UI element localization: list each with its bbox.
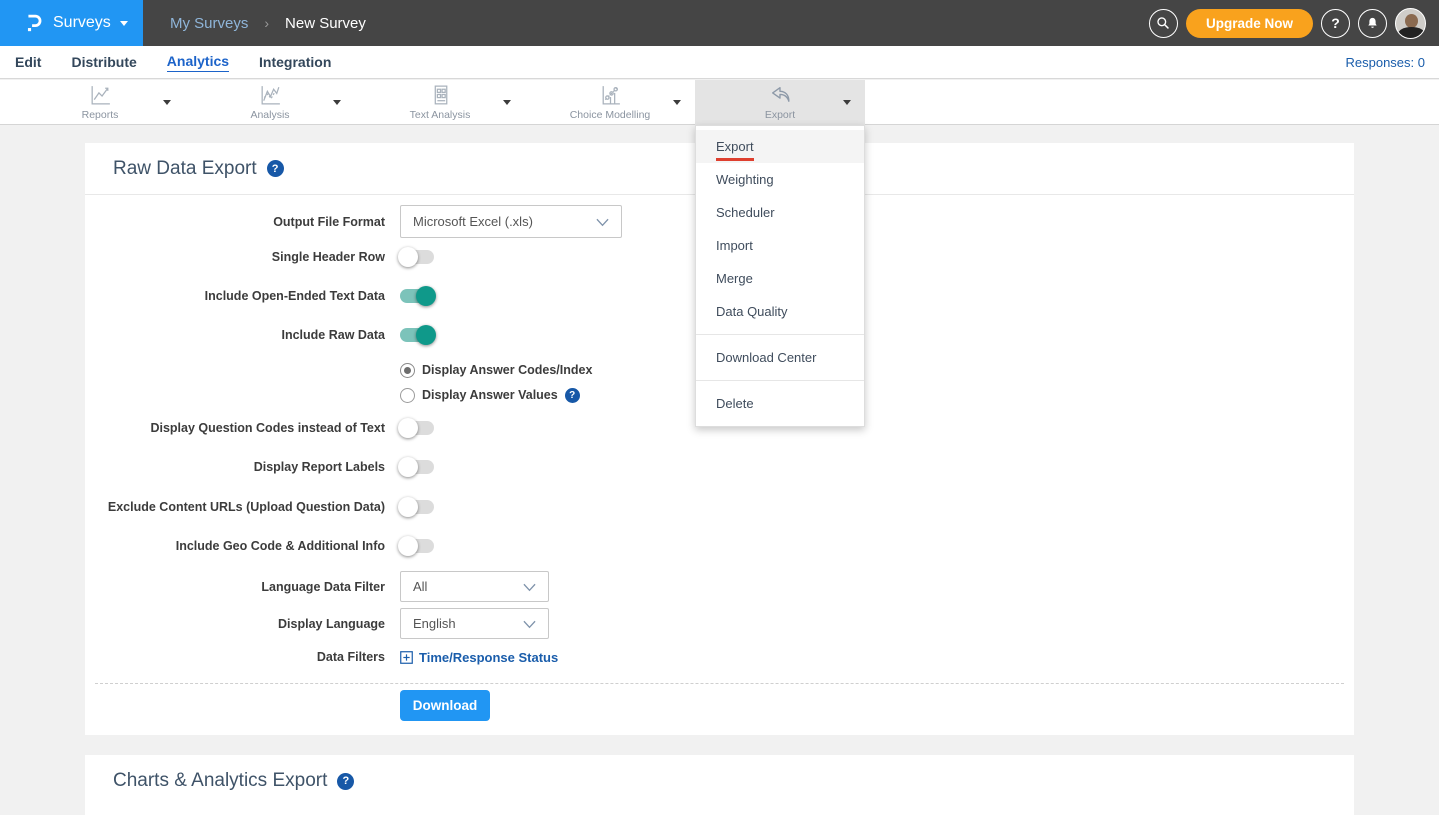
upgrade-now-button[interactable]: Upgrade Now	[1186, 9, 1313, 38]
notifications-button[interactable]	[1358, 9, 1387, 38]
time-response-status-label: Time/Response Status	[419, 650, 558, 665]
menu-item-delete[interactable]: Delete	[696, 387, 864, 420]
include-raw-data-label: Include Raw Data	[85, 328, 385, 342]
toolbar-item-text-analysis[interactable]: Text Analysis	[355, 80, 525, 125]
display-answer-codes-radio[interactable]	[400, 363, 415, 378]
chevron-down-icon	[523, 620, 536, 629]
display-language-select[interactable]: English	[400, 608, 549, 639]
data-filters-label: Data Filters	[85, 650, 385, 664]
help-icon[interactable]: ?	[565, 388, 580, 403]
menu-item-data-quality[interactable]: Data Quality	[696, 295, 864, 328]
page-title: Raw Data Export	[113, 158, 257, 180]
include-geo-code-label: Include Geo Code & Additional Info	[85, 539, 385, 553]
chevron-down-icon	[120, 21, 128, 30]
responses-count: Responses: 0	[1346, 46, 1426, 79]
output-file-format-value: Microsoft Excel (.xls)	[413, 214, 533, 229]
chevron-down-icon	[596, 218, 609, 227]
display-language-label: Display Language	[85, 617, 385, 631]
display-answer-values-radio[interactable]	[400, 388, 415, 403]
toolbar-item-label: Reports	[82, 109, 119, 121]
include-raw-data-toggle[interactable]	[400, 328, 434, 342]
tab-integration[interactable]: Integration	[259, 54, 331, 70]
export-dropdown-menu: Export Weighting Scheduler Import Merge …	[695, 125, 865, 427]
tab-distribute[interactable]: Distribute	[71, 54, 136, 70]
menu-item-scheduler[interactable]: Scheduler	[696, 196, 864, 229]
help-icon[interactable]: ?	[337, 773, 354, 790]
menu-item-import[interactable]: Import	[696, 229, 864, 262]
multi-line-chart-icon	[258, 83, 283, 108]
output-file-format-select[interactable]: Microsoft Excel (.xls)	[400, 205, 622, 238]
questionpro-logo-icon	[22, 12, 44, 34]
display-report-labels-toggle[interactable]	[400, 460, 434, 474]
include-open-ended-toggle[interactable]	[400, 289, 434, 303]
menu-divider	[696, 380, 864, 381]
analytics-toolbar: Reports Analysis	[0, 80, 1439, 125]
avatar[interactable]	[1395, 8, 1426, 39]
breadcrumb-my-surveys[interactable]: My Surveys	[170, 15, 248, 32]
export-arrow-icon	[768, 83, 793, 108]
menu-divider	[696, 334, 864, 335]
toolbar-item-label: Export	[765, 109, 795, 121]
breadcrumb-current: New Survey	[285, 15, 366, 32]
scatter-chart-icon	[598, 83, 623, 108]
line-chart-icon	[88, 83, 113, 108]
menu-item-download-center[interactable]: Download Center	[696, 341, 864, 374]
brand-menu[interactable]: Surveys	[0, 0, 143, 46]
output-file-format-label: Output File Format	[85, 215, 385, 229]
section-divider	[95, 683, 1344, 684]
display-answer-codes-label: Display Answer Codes/Index	[422, 363, 592, 377]
plus-square-icon	[400, 651, 413, 664]
brand-label: Surveys	[53, 14, 111, 32]
toolbar-item-analysis[interactable]: Analysis	[185, 80, 355, 125]
download-button[interactable]: Download	[400, 690, 490, 721]
charts-analytics-export-panel: Charts & Analytics Export ?	[85, 755, 1354, 815]
language-data-filter-select[interactable]: All	[400, 571, 549, 602]
chevron-down-icon[interactable]	[503, 100, 511, 109]
chevron-down-icon	[523, 583, 536, 592]
document-grid-icon	[428, 83, 453, 108]
display-question-codes-toggle[interactable]	[400, 421, 434, 435]
exclude-content-urls-label: Exclude Content URLs (Upload Question Da…	[85, 500, 385, 514]
display-report-labels-label: Display Report Labels	[85, 460, 385, 474]
avatar-photo	[1405, 14, 1418, 28]
toolbar-item-label: Choice Modelling	[570, 109, 651, 121]
include-geo-code-toggle[interactable]	[400, 539, 434, 553]
chevron-down-icon[interactable]	[843, 100, 851, 109]
display-question-codes-label: Display Question Codes instead of Text	[85, 421, 385, 435]
topbar-actions: Upgrade Now ?	[1149, 0, 1426, 46]
language-data-filter-value: All	[413, 579, 427, 594]
tab-edit[interactable]: Edit	[15, 54, 41, 70]
menu-item-weighting[interactable]: Weighting	[696, 163, 864, 196]
chevron-down-icon[interactable]	[333, 100, 341, 109]
menu-item-export[interactable]: Export	[696, 130, 864, 163]
toolbar-item-reports[interactable]: Reports	[15, 80, 185, 125]
breadcrumb-separator-icon: ›	[264, 15, 269, 31]
single-header-row-label: Single Header Row	[85, 250, 385, 264]
include-open-ended-label: Include Open-Ended Text Data	[85, 289, 385, 303]
toolbar-item-label: Text Analysis	[410, 109, 471, 121]
language-data-filter-label: Language Data Filter	[85, 580, 385, 594]
help-button[interactable]: ?	[1321, 9, 1350, 38]
display-answer-values-label: Display Answer Values	[422, 388, 558, 402]
top-bar: Surveys My Surveys › New Survey Upgrade …	[0, 0, 1439, 46]
help-icon[interactable]: ?	[267, 160, 284, 177]
toolbar-item-export[interactable]: Export	[695, 80, 865, 125]
menu-item-merge[interactable]: Merge	[696, 262, 864, 295]
section-title: Charts & Analytics Export	[113, 770, 327, 792]
toolbar-item-choice-modelling[interactable]: Choice Modelling	[525, 80, 695, 125]
search-icon	[1155, 15, 1171, 31]
breadcrumb: My Surveys › New Survey	[170, 0, 366, 46]
chevron-down-icon[interactable]	[163, 100, 171, 109]
bell-icon	[1365, 16, 1380, 31]
search-button[interactable]	[1149, 9, 1178, 38]
exclude-content-urls-toggle[interactable]	[400, 500, 434, 514]
time-response-status-link[interactable]: Time/Response Status	[400, 650, 558, 665]
display-language-value: English	[413, 616, 456, 631]
single-header-row-toggle[interactable]	[400, 250, 434, 264]
toolbar-item-label: Analysis	[250, 109, 289, 121]
tab-analytics[interactable]: Analytics	[167, 53, 229, 72]
chevron-down-icon[interactable]	[673, 100, 681, 109]
survey-nav: Edit Distribute Analytics Integration Re…	[0, 46, 1439, 79]
